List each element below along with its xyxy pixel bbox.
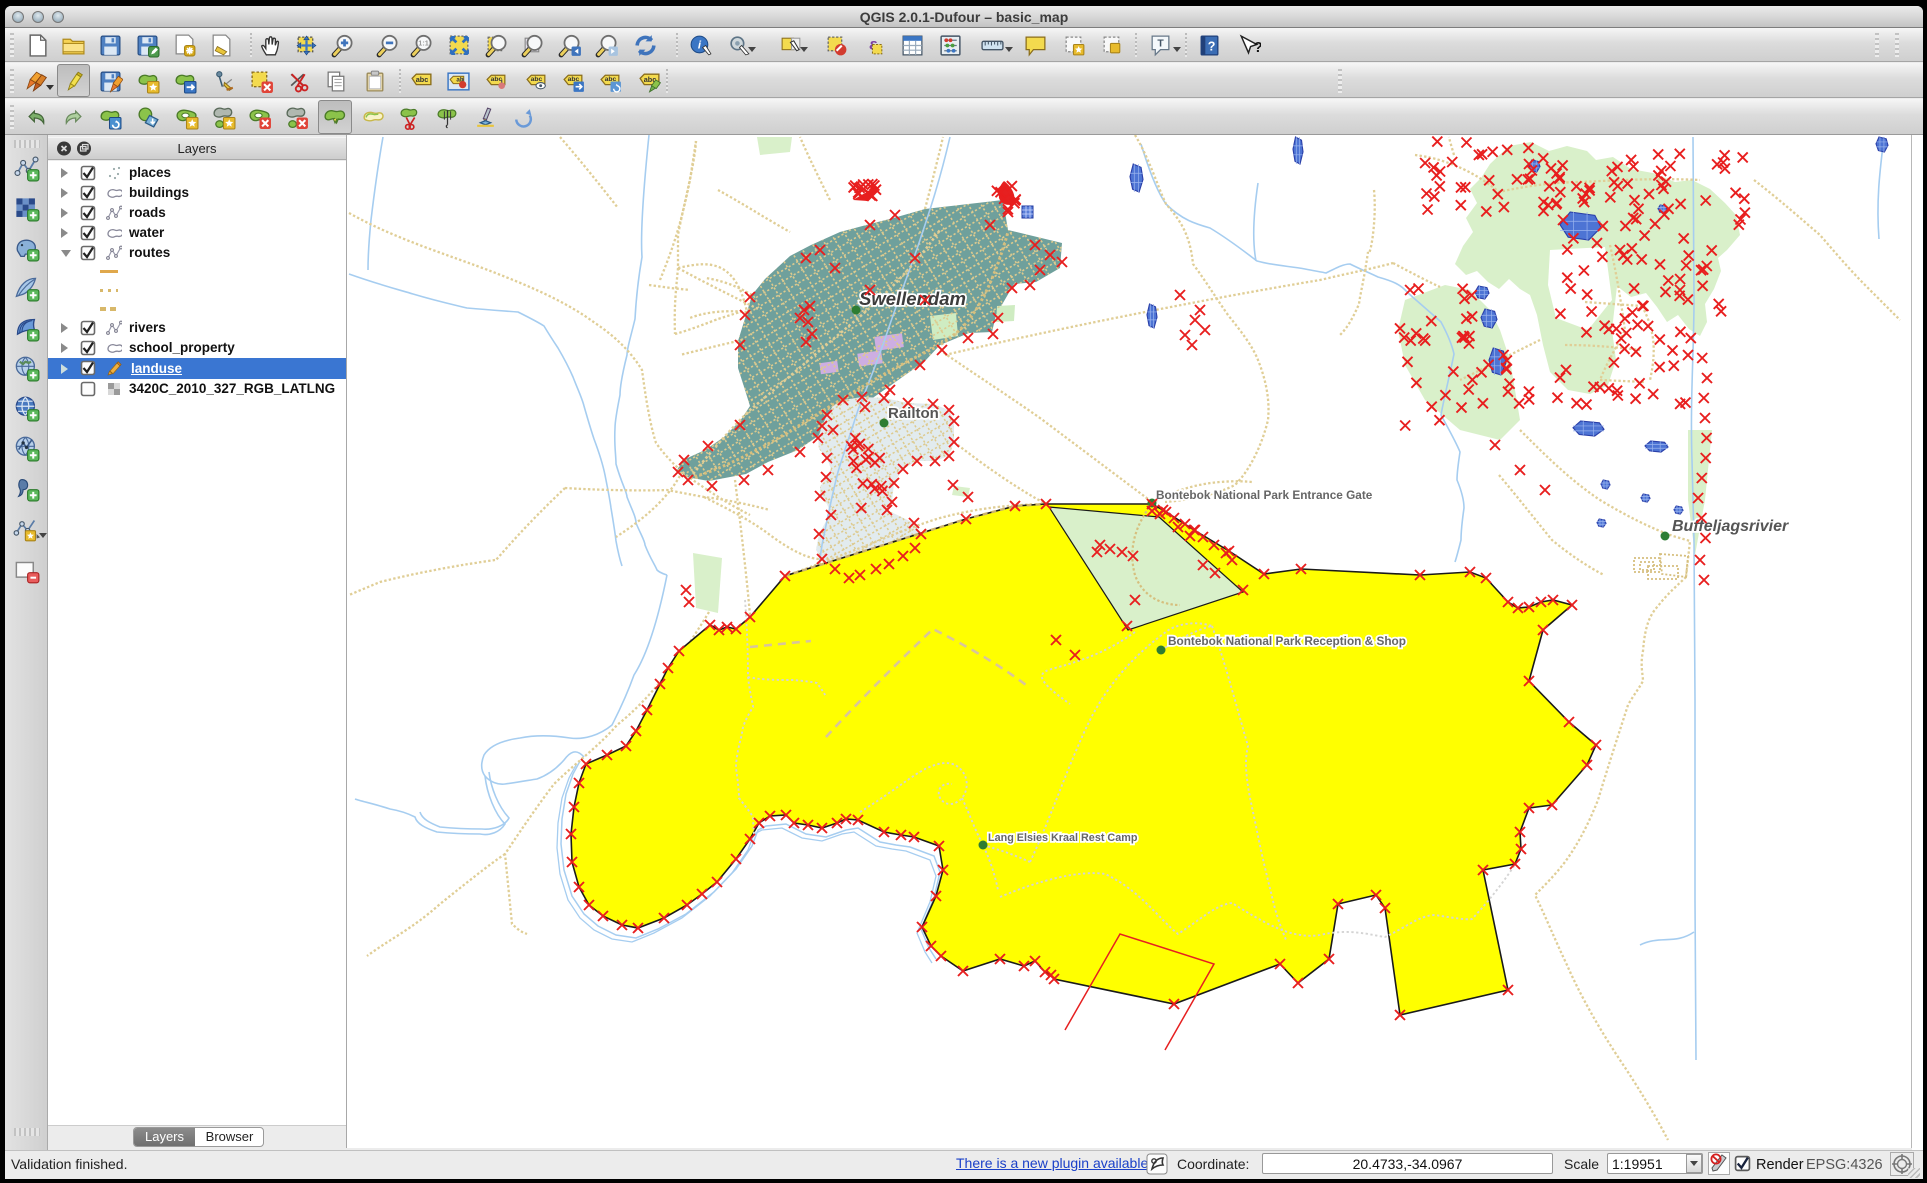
svg-text:Buffeljagsrivier: Buffeljagsrivier	[1672, 518, 1789, 535]
svg-text:?: ?	[1254, 40, 1261, 56]
svg-text:Bontebok National Park Entranc: Bontebok National Park Entrance Gate	[1156, 488, 1373, 502]
svg-text:Bontebok National Park Recepti: Bontebok National Park Reception & Shop	[1168, 634, 1406, 648]
svg-text:Lang Elsies Kraal Rest Camp: Lang Elsies Kraal Rest Camp	[988, 832, 1138, 844]
svg-text:abc: abc	[491, 76, 503, 83]
svg-text:abc: abc	[416, 75, 429, 84]
svg-text:Swellendam: Swellendam	[859, 288, 966, 309]
svg-text:1:1: 1:1	[418, 39, 429, 48]
svg-text:T: T	[1157, 39, 1164, 50]
svg-text:abc: abc	[531, 76, 543, 83]
svg-text:?: ?	[1208, 40, 1216, 54]
